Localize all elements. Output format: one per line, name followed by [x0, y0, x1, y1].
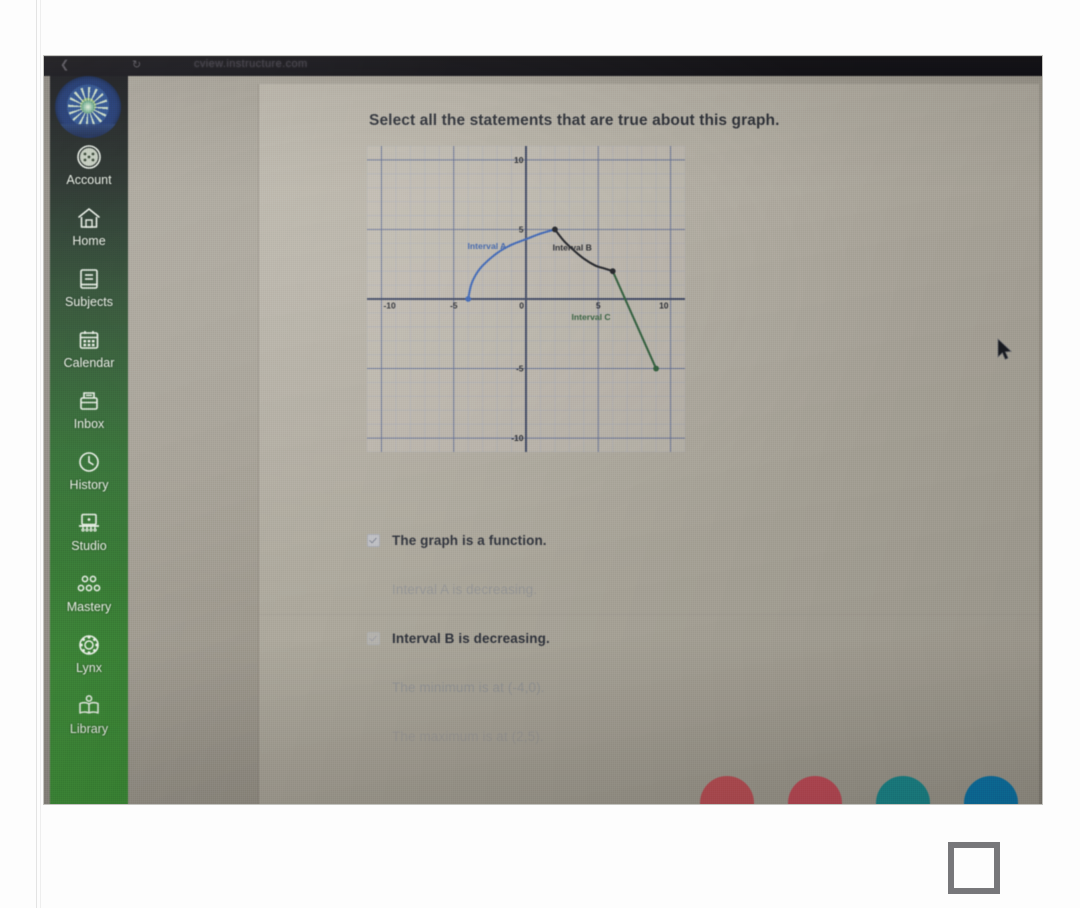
svg-text:-5: -5 [450, 301, 458, 311]
studio-screen-icon [76, 508, 102, 538]
svg-text:5: 5 [596, 301, 601, 311]
crest-core [81, 100, 95, 114]
sidebar-item-label: Inbox [73, 417, 105, 431]
browser-chrome: ❮ ↻ cview.instructure.com [44, 56, 1042, 76]
list-item[interactable]: The maximum is at (2,5). [367, 712, 1007, 761]
sidebar-item-label: Mastery [66, 600, 112, 614]
reload-icon[interactable]: ↻ [132, 59, 141, 72]
choice-label: The maximum is at (2,5). [392, 729, 544, 744]
url-text[interactable]: cview.instructure.com [194, 58, 308, 70]
sidebar-item-label: Subjects [65, 295, 113, 309]
svg-text:5: 5 [519, 224, 524, 234]
choice-divider [259, 614, 1042, 615]
svg-text:0: 0 [519, 301, 524, 311]
home-icon [76, 203, 102, 233]
list-item[interactable]: Interval A is decreasing. [367, 565, 1007, 614]
question-panel: Select all the statements that are true … [258, 84, 1042, 804]
crest-ribbon [55, 124, 121, 136]
page-margin-rule [36, 0, 37, 908]
mouse-pointer-icon [997, 338, 1013, 360]
clock-icon [77, 447, 101, 477]
sidebar-item-label: History [69, 478, 109, 492]
svg-text:Interval C: Interval C [571, 312, 610, 322]
page-title: Select all the statements that are true … [369, 112, 780, 129]
sidebar-item-studio[interactable]: Studio [50, 504, 128, 565]
sidebar-item-home[interactable]: Home [50, 199, 128, 260]
sidebar-item-library[interactable]: Library [50, 687, 128, 748]
svg-text:-10: -10 [511, 433, 524, 443]
answer-choice-list: The graph is a function. Interval A is d… [259, 516, 1042, 761]
graph-svg: -10 -5 0 5 10 10 5 -5 -10 Interval A Interval B In… [367, 146, 685, 452]
choice-checkbox[interactable] [367, 632, 380, 645]
dashboard-card[interactable] [876, 776, 930, 804]
sidebar-item-label: Lynx [76, 661, 102, 675]
calendar-icon [77, 325, 101, 355]
sidebar-item-mastery[interactable]: Mastery [50, 565, 128, 626]
choice-label: The graph is a function. [392, 533, 547, 548]
svg-text:-5: -5 [516, 364, 524, 374]
dashboard-card[interactable] [964, 776, 1018, 804]
dashboard-card[interactable] [788, 776, 842, 804]
choice-label: Interval A is decreasing. [392, 582, 538, 597]
account-avatar-icon [76, 142, 102, 172]
sidebar-item-account[interactable]: Account [50, 138, 128, 199]
library-book-icon [76, 691, 102, 721]
back-arrow-icon[interactable]: ❮ [60, 59, 69, 72]
school-crest-logo[interactable] [55, 76, 121, 138]
choice-label: The minimum is at (-4,0). [392, 680, 545, 695]
svg-text:10: 10 [659, 301, 669, 311]
page-margin-rule-secondary [40, 0, 41, 908]
sidebar-item-label: Calendar [63, 356, 115, 370]
choice-checkbox[interactable] [367, 534, 380, 547]
sidebar-item-inbox[interactable]: Inbox [50, 382, 128, 443]
mastery-nodes-icon [75, 569, 103, 599]
scanned-page: ❮ ↻ cview.instructure.com Account Home S… [0, 0, 1080, 908]
global-nav-rail: Account Home Subjects Calendar Inbox His… [50, 76, 128, 804]
sidebar-item-calendar[interactable]: Calendar [50, 321, 128, 382]
dashboard-card-row [128, 774, 1042, 804]
sidebar-item-label: Library [69, 722, 109, 736]
sidebar-item-label: Studio [71, 539, 107, 553]
svg-text:Interval A: Interval A [468, 241, 507, 251]
sidebar-item-lynx[interactable]: Lynx [50, 626, 128, 687]
list-item[interactable]: Interval B is decreasing. [259, 614, 1042, 663]
expand-crop-icon[interactable] [948, 842, 1000, 894]
choice-label: Interval B is decreasing. [392, 631, 550, 646]
sidebar-item-label: Home [72, 234, 106, 248]
inbox-envelope-icon [77, 386, 101, 416]
coordinate-graph: -10 -5 0 5 10 10 5 -5 -10 Interval A Interval B In… [367, 146, 685, 452]
svg-text:Interval B: Interval B [553, 242, 592, 252]
book-icon [77, 264, 101, 294]
screenshot-photo: ❮ ↻ cview.instructure.com Account Home S… [44, 56, 1042, 804]
svg-text:-10: -10 [383, 301, 396, 311]
list-item[interactable]: The graph is a function. [367, 516, 1007, 565]
sidebar-item-label: Account [66, 173, 112, 187]
svg-text:10: 10 [514, 155, 524, 165]
canvas-content: Select all the statements that are true … [128, 76, 1042, 804]
dashboard-card[interactable] [700, 776, 754, 804]
sidebar-item-subjects[interactable]: Subjects [50, 260, 128, 321]
sidebar-item-history[interactable]: History [50, 443, 128, 504]
lynx-gear-icon [77, 630, 101, 660]
list-item[interactable]: The minimum is at (-4,0). [367, 663, 1007, 712]
